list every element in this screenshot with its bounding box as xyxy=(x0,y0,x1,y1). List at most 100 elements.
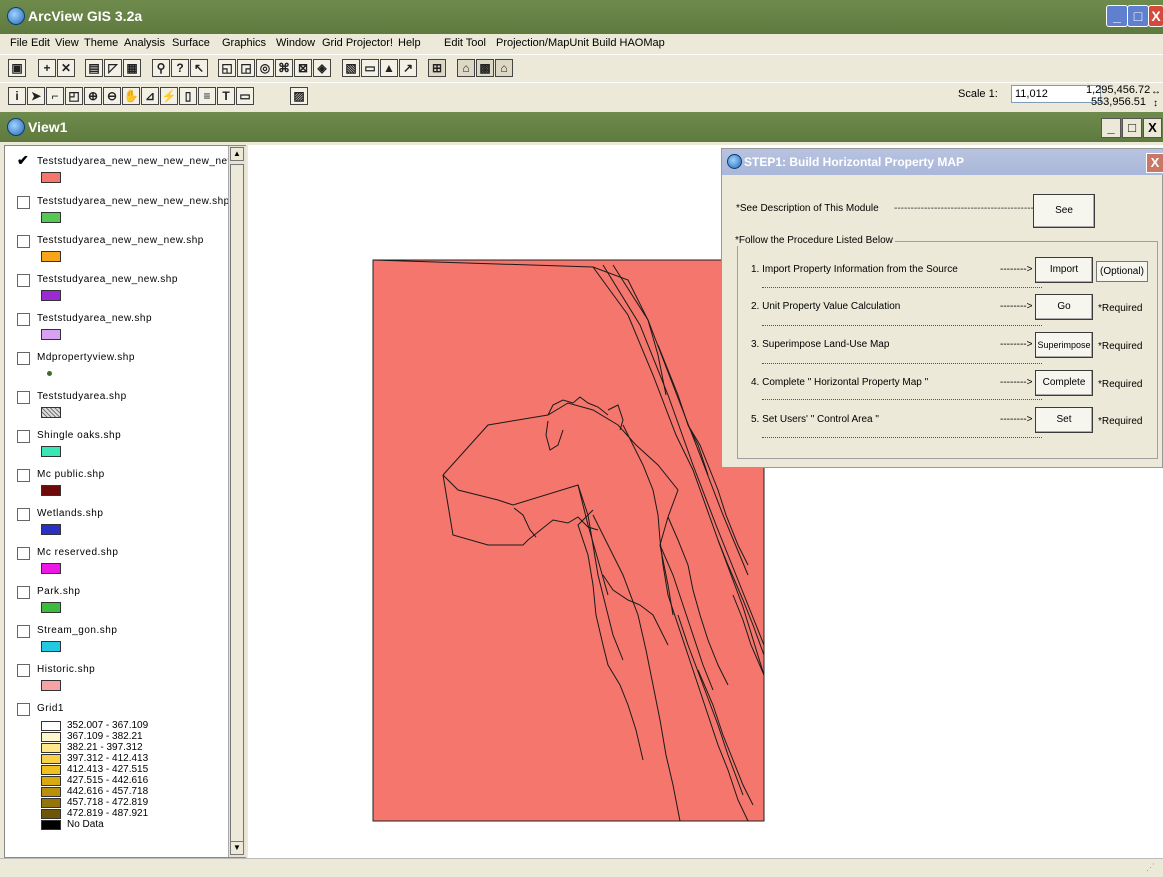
layer-name: Teststudyarea.shp xyxy=(37,391,127,402)
layer-checkbox[interactable] xyxy=(17,469,30,482)
view-minimize-button[interactable]: _ xyxy=(1101,118,1121,138)
grid-tool-icon[interactable]: ▩ xyxy=(476,59,494,77)
identify-icon[interactable]: i xyxy=(8,87,26,105)
zoom-in-icon[interactable]: ⊕ xyxy=(84,87,102,105)
layer-name: Wetlands.shp xyxy=(37,508,104,519)
custom-tool-icon[interactable]: ⊞ xyxy=(428,59,446,77)
help-icon[interactable]: ↗ xyxy=(399,59,417,77)
find-icon[interactable]: ⚲ xyxy=(152,59,170,77)
layer-checkbox[interactable] xyxy=(17,352,30,365)
hotlink-icon[interactable]: ⚡ xyxy=(160,87,178,105)
select-features-icon[interactable]: ◱ xyxy=(218,59,236,77)
layer-checkbox[interactable] xyxy=(17,547,30,560)
zoom-in-fixed-icon[interactable]: ◈ xyxy=(313,59,331,77)
house-grid-tool-icon[interactable]: ⌂ xyxy=(495,59,513,77)
layer-checkbox[interactable] xyxy=(17,313,30,326)
layer-entry[interactable]: Mdpropertyview.shp xyxy=(17,352,237,382)
chart-icon[interactable]: ▲ xyxy=(380,59,398,77)
menu-projection-mapunit[interactable]: Projection/MapUnit xyxy=(496,37,589,49)
delete-icon[interactable]: ✕ xyxy=(57,59,75,77)
house-tool-icon[interactable]: ⌂ xyxy=(457,59,475,77)
theme-properties-icon[interactable]: ▤ xyxy=(85,59,103,77)
table-icon[interactable]: ▦ xyxy=(123,59,141,77)
layout-icon[interactable]: ▭ xyxy=(361,59,379,77)
vertex-edit-icon[interactable]: ⌐ xyxy=(46,87,64,105)
layer-checkbox[interactable] xyxy=(17,274,30,287)
menu-edit-tool[interactable]: Edit Tool xyxy=(444,37,486,49)
zoom-out-icon[interactable]: ⊖ xyxy=(103,87,121,105)
layer-entry[interactable]: Teststudyarea_new.shp xyxy=(17,313,237,343)
complete-button[interactable]: Complete xyxy=(1035,370,1093,396)
layer-entry[interactable]: Wetlands.shp xyxy=(17,508,237,538)
menu-graphics[interactable]: Graphics xyxy=(222,37,266,49)
menu-grid-projector[interactable]: Grid Projector! xyxy=(322,37,393,49)
layer-entry[interactable]: Mc public.shp xyxy=(17,469,237,499)
layer-entry[interactable]: Mc reserved.shp xyxy=(17,547,237,577)
scroll-thumb[interactable] xyxy=(230,164,244,854)
snap-icon[interactable]: ▨ xyxy=(290,87,308,105)
save-icon[interactable]: ▣ xyxy=(8,59,26,77)
menu-window[interactable]: Window xyxy=(276,37,315,49)
area-of-interest-icon[interactable]: ▯ xyxy=(179,87,197,105)
toc-scrollbar[interactable]: ▲ ▼ xyxy=(228,146,246,857)
pan-icon[interactable]: ✋ xyxy=(122,87,140,105)
zoom-previous-icon[interactable]: ▧ xyxy=(342,59,360,77)
menu-file[interactable]: File xyxy=(10,37,28,49)
maximize-button[interactable]: □ xyxy=(1127,5,1149,27)
layer-entry[interactable]: Shingle oaks.shp xyxy=(17,430,237,460)
layer-entry[interactable]: Teststudyarea_new_new_new_new.shp xyxy=(17,196,237,226)
layer-entry[interactable]: Park.shp xyxy=(17,586,237,616)
layer-entry[interactable]: Teststudyarea_new_new.shp xyxy=(17,274,237,304)
menu-help[interactable]: Help xyxy=(398,37,421,49)
zoom-selected-icon[interactable]: ⊠ xyxy=(294,59,312,77)
layer-entry[interactable]: Historic.shp xyxy=(17,664,237,694)
layer-checkbox[interactable] xyxy=(17,625,30,638)
menu-theme[interactable]: Theme xyxy=(84,37,118,49)
menu-build-haomap[interactable]: Build HAOMap xyxy=(592,37,665,49)
text-icon[interactable]: T xyxy=(217,87,235,105)
layer-entry[interactable]: ✔ Teststudyarea_new_new_new_new_new. xyxy=(17,153,238,186)
step-separator xyxy=(762,363,1042,364)
superimpose-button[interactable]: Superimpose xyxy=(1035,332,1093,358)
view-close-button[interactable]: X xyxy=(1143,118,1162,138)
menu-view[interactable]: View xyxy=(55,37,79,49)
zoom-active-icon[interactable]: ⌘ xyxy=(275,59,293,77)
layer-checkbox[interactable] xyxy=(17,703,30,716)
measure-icon[interactable]: ⊿ xyxy=(141,87,159,105)
clear-selection-icon[interactable]: ◲ xyxy=(237,59,255,77)
layer-checkbox[interactable] xyxy=(17,196,30,209)
see-button[interactable]: See xyxy=(1033,194,1095,228)
minimize-button[interactable]: _ xyxy=(1106,5,1128,27)
set-button[interactable]: Set xyxy=(1035,407,1093,433)
locate-icon[interactable]: ↖ xyxy=(190,59,208,77)
go-button[interactable]: Go xyxy=(1035,294,1093,320)
layer-entry[interactable]: Teststudyarea_new_new_new.shp xyxy=(17,235,237,265)
legend-editor-icon[interactable]: ◸ xyxy=(104,59,122,77)
add-theme-icon[interactable]: + xyxy=(38,59,56,77)
layer-checkbox[interactable] xyxy=(17,664,30,677)
layer-entry[interactable]: Stream_gon.shp xyxy=(17,625,237,655)
scroll-up-icon[interactable]: ▲ xyxy=(230,147,244,161)
label-icon[interactable]: ≡ xyxy=(198,87,216,105)
layer-checkbox[interactable] xyxy=(17,391,30,404)
dialog-close-button[interactable]: X xyxy=(1146,153,1163,173)
layer-checkbox[interactable] xyxy=(17,586,30,599)
layer-entry[interactable]: Teststudyarea.shp xyxy=(17,391,237,421)
layer-checkbox-checked[interactable]: ✔ xyxy=(17,153,29,167)
layer-checkbox[interactable] xyxy=(17,235,30,248)
zoom-full-icon[interactable]: ◎ xyxy=(256,59,274,77)
view-maximize-button[interactable]: □ xyxy=(1122,118,1142,138)
menu-edit[interactable]: Edit xyxy=(31,37,50,49)
menu-surface[interactable]: Surface xyxy=(172,37,210,49)
scroll-down-icon[interactable]: ▼ xyxy=(230,841,244,855)
pointer-icon[interactable]: ➤ xyxy=(27,87,45,105)
import-button[interactable]: Import xyxy=(1035,257,1093,283)
layer-checkbox[interactable] xyxy=(17,508,30,521)
query-icon[interactable]: ? xyxy=(171,59,189,77)
select-feature-icon[interactable]: ◰ xyxy=(65,87,83,105)
draw-icon[interactable]: ▭ xyxy=(236,87,254,105)
layer-checkbox[interactable] xyxy=(17,430,30,443)
menu-analysis[interactable]: Analysis xyxy=(124,37,165,49)
close-button[interactable]: X xyxy=(1148,5,1163,27)
resize-grip-icon[interactable]: ⋰ xyxy=(1146,862,1158,874)
